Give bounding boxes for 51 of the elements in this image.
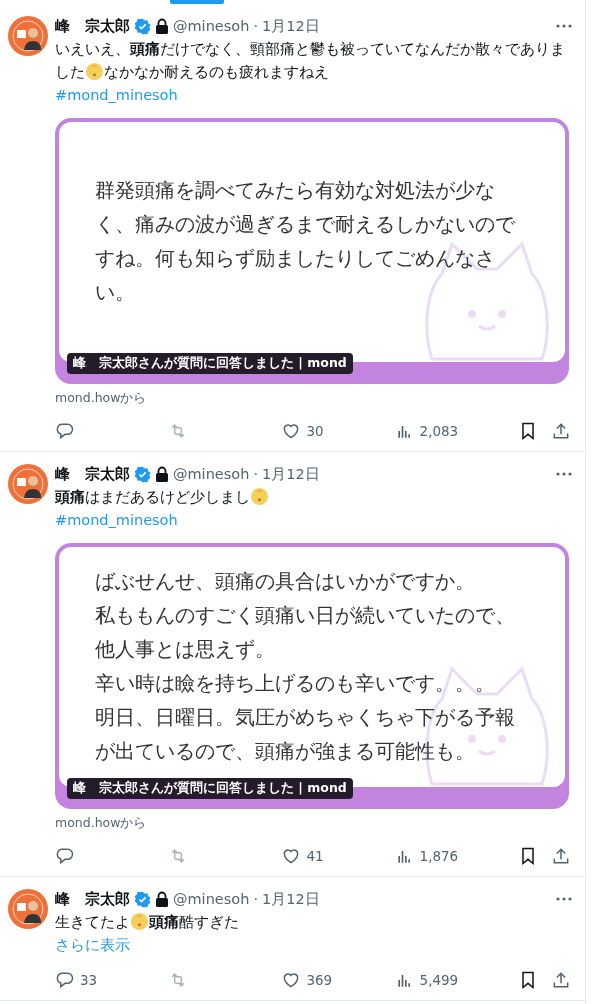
post-text: 生きてたよ [55, 914, 130, 930]
source-text: mond.howから [55, 390, 147, 407]
like-button[interactable]: 41 [281, 846, 382, 866]
source-text: mond.howから [55, 815, 147, 832]
user-handle[interactable]: @minesoh [173, 891, 250, 907]
question-card[interactable]: ばぶせんせ、頭痛の具合はいかがですか。 私ももんのすごく頭痛い日が続いていたので、 他人事とは思えず。 辛い時は瞼を持ち上げるのも辛いです。。。 明日、日曜日。気圧がめちゃくちゃ下がる予報 が出ているので、頭痛が強まる可能性も。 峰 宗太郎さんが質問に回答しました | mond [55, 543, 569, 809]
question-text: が出ているので、頭痛が強まる可能性も。 [95, 739, 476, 765]
question-card[interactable]: 群発頭痛を調べてみたら有効な対処法が少な く、痛みの波が過ぎるまで耐えるしかないので すね。何も知らず励ましたりしてごめんなさ い。 峰 宗太郎さんが質問に回答しました | mond [55, 118, 569, 384]
question-text: く、痛みの波が過ぎるまで耐えるしかないので [95, 212, 516, 238]
post-text: なかなか耐えるのも疲れますねえ [104, 64, 329, 80]
reply-icon [55, 970, 75, 990]
question-text: 他人事とは思えず。 [95, 637, 276, 663]
views-button[interactable]: 1,876 [394, 846, 505, 866]
question-text: すね。何も知らず励ましたりしてごめんなさ [95, 246, 496, 272]
question-text: 私ももんのすごく頭痛い日が続いていたので、 [95, 603, 516, 629]
post-text: 頭痛はまだあるけど少しまし [55, 489, 250, 505]
like-button[interactable]: 30 [281, 421, 382, 441]
user-handle[interactable]: @minesoh [173, 18, 250, 34]
post-text: 頭痛酷すぎた [149, 914, 239, 930]
tab-indicator [170, 0, 224, 4]
emoji-icon [85, 62, 104, 81]
avatar-icon[interactable] [8, 16, 48, 56]
author-name[interactable]: 峰 宗太郎 [55, 16, 130, 36]
emoji-icon [130, 912, 149, 931]
separator-dot: · [253, 891, 258, 907]
post-text: いえいえ、頭痛だけでなく、頸部痛と鬱も被っていてなんだか散々でありま [55, 41, 565, 57]
avatar-icon[interactable] [8, 889, 48, 929]
post-date[interactable]: 1月12日 [262, 464, 320, 484]
reply-button[interactable]: 33 [55, 970, 155, 990]
card-caption: 峰 宗太郎さんが質問に回答しました | mond [67, 353, 353, 374]
avatar-icon[interactable] [8, 464, 48, 504]
author-name[interactable]: 峰 宗太郎 [55, 464, 130, 484]
reply-icon [55, 846, 75, 866]
question-text: ばぶせんせ、頭痛の具合はいかがですか。 [95, 569, 476, 595]
reply-icon [55, 421, 75, 441]
views-button[interactable]: 2,083 [394, 421, 505, 441]
post-date[interactable]: 1月12日 [262, 889, 320, 909]
emoji-icon [250, 487, 269, 506]
post-text: した [55, 64, 85, 80]
author-name[interactable]: 峰 宗太郎 [55, 889, 130, 909]
post-date[interactable]: 1月12日 [262, 16, 320, 36]
card-caption: 峰 宗太郎さんが質問に回答しました | mond [67, 778, 353, 799]
like-button[interactable]: 369 [281, 970, 382, 990]
separator-dot: · [253, 18, 258, 34]
question-text: い。 [95, 280, 136, 306]
question-text: 群発頭痛を調べてみたら有効な対処法が少な [95, 178, 496, 204]
views-button[interactable]: 5,499 [394, 970, 505, 990]
question-text: 辛い時は瞼を持ち上げるのも辛いです。。。 [95, 671, 496, 697]
question-text: 明日、日曜日。気圧がめちゃくちゃ下がる予報 [95, 705, 516, 731]
user-handle[interactable]: @minesoh [173, 466, 250, 482]
separator-dot: · [253, 466, 258, 482]
